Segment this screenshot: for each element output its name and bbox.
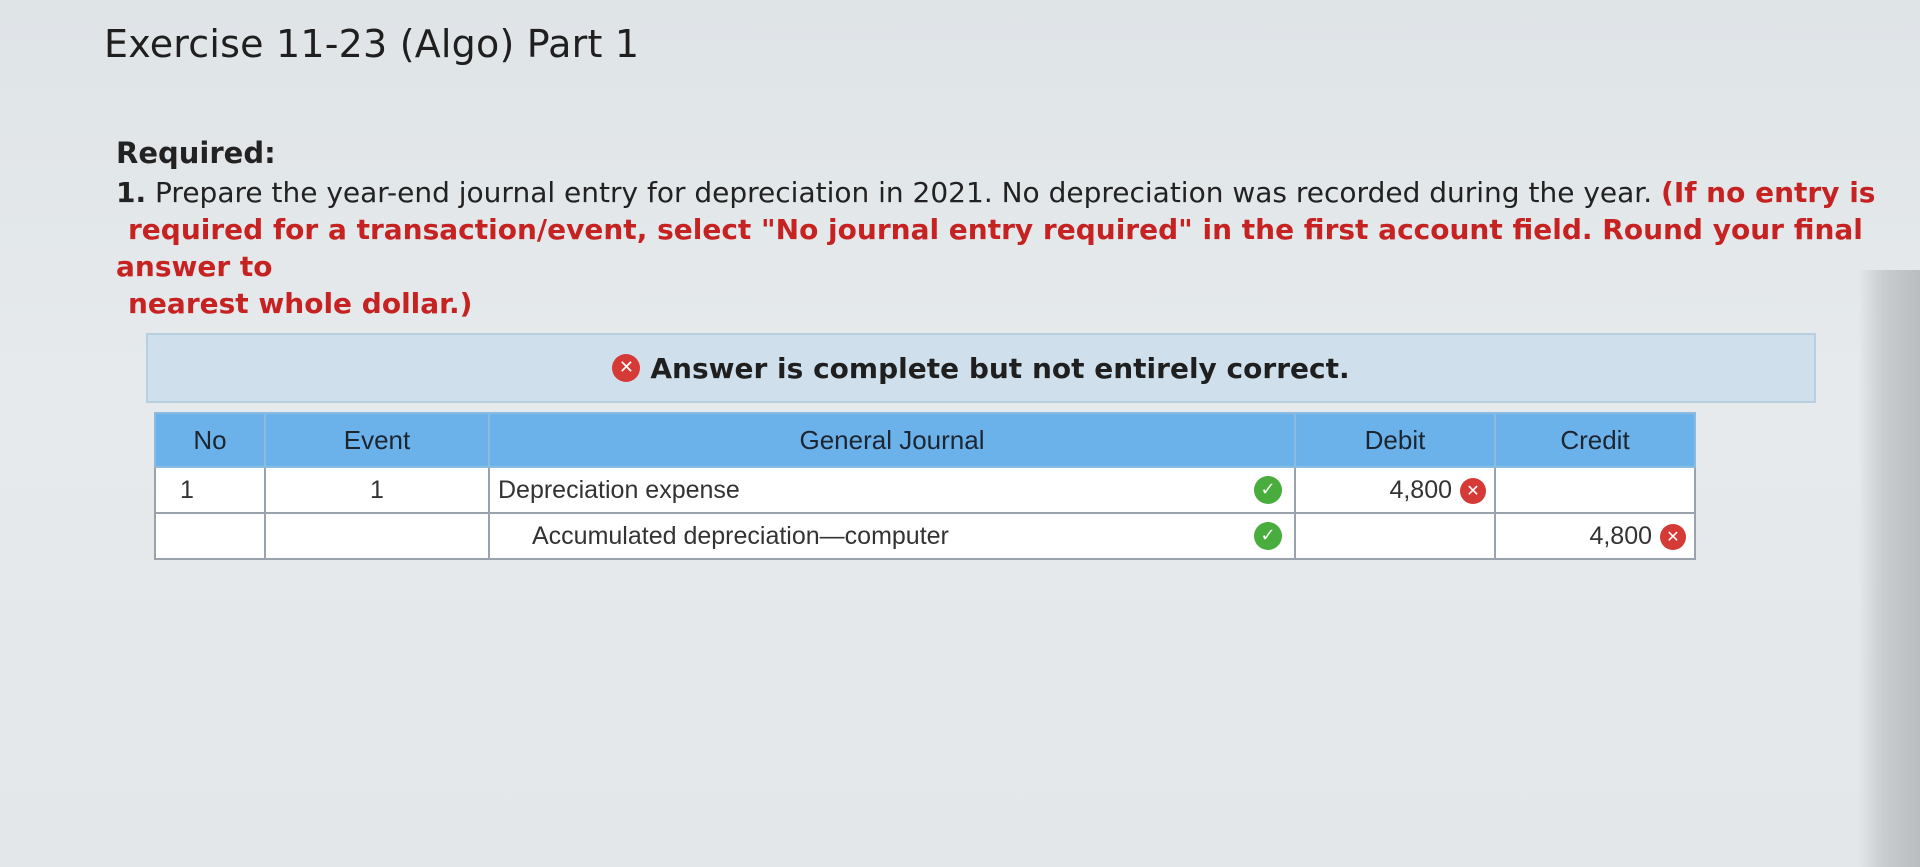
account-cell[interactable]: Accumulated depreciation—computer ✓ <box>488 512 1296 560</box>
row-event: 1 <box>264 466 490 514</box>
account-name: Depreciation expense <box>498 475 740 504</box>
answer-status-banner: ✕ Answer is complete but not entirely co… <box>146 333 1816 403</box>
instruction-note-line3: nearest whole dollar.) <box>128 287 473 320</box>
instructions: 1. Prepare the year-end journal entry fo… <box>116 174 1876 322</box>
account-name: Accumulated depreciation—computer <box>532 521 949 550</box>
x-circle-icon: ✕ <box>1460 477 1486 504</box>
table-row: 1 1 Depreciation expense ✓ 4,800 ✕ <box>154 466 1696 514</box>
credit-cell[interactable] <box>1494 466 1696 514</box>
row-event <box>264 512 490 560</box>
check-circle-icon: ✓ <box>1254 522 1282 550</box>
credit-value: 4,800 <box>1589 521 1652 550</box>
column-header-credit: Credit <box>1494 412 1696 468</box>
table-header-row: No Event General Journal Debit Credit <box>154 412 1696 468</box>
column-header-no: No <box>154 412 266 468</box>
column-header-general-journal: General Journal <box>488 412 1296 468</box>
column-header-event: Event <box>264 412 490 468</box>
debit-cell[interactable] <box>1294 512 1496 560</box>
column-header-debit: Debit <box>1294 412 1496 468</box>
page-title: Exercise 11-23 (Algo) Part 1 <box>104 22 640 66</box>
credit-cell[interactable]: 4,800 ✕ <box>1494 512 1696 560</box>
instruction-note-line1: (If no entry is <box>1661 176 1876 209</box>
instruction-number: 1. <box>116 176 147 209</box>
x-circle-icon: ✕ <box>612 354 641 382</box>
account-cell[interactable]: Depreciation expense ✓ <box>488 466 1296 514</box>
right-edge-shadow <box>1858 270 1920 867</box>
row-no: 1 <box>154 466 266 514</box>
answer-status-message: Answer is complete but not entirely corr… <box>650 351 1350 385</box>
instruction-note-line2: required for a transaction/event, select… <box>116 213 1863 283</box>
check-circle-icon: ✓ <box>1254 476 1282 504</box>
journal-table: No Event General Journal Debit Credit 1 … <box>154 412 1696 560</box>
debit-value: 4,800 <box>1389 475 1452 504</box>
table-row: Accumulated depreciation—computer ✓ 4,80… <box>154 512 1696 560</box>
required-heading: Required: <box>116 136 276 170</box>
instruction-text: Prepare the year-end journal entry for d… <box>146 176 1662 209</box>
debit-cell[interactable]: 4,800 ✕ <box>1294 466 1496 514</box>
x-circle-icon: ✕ <box>1660 523 1686 550</box>
row-no <box>154 512 266 560</box>
